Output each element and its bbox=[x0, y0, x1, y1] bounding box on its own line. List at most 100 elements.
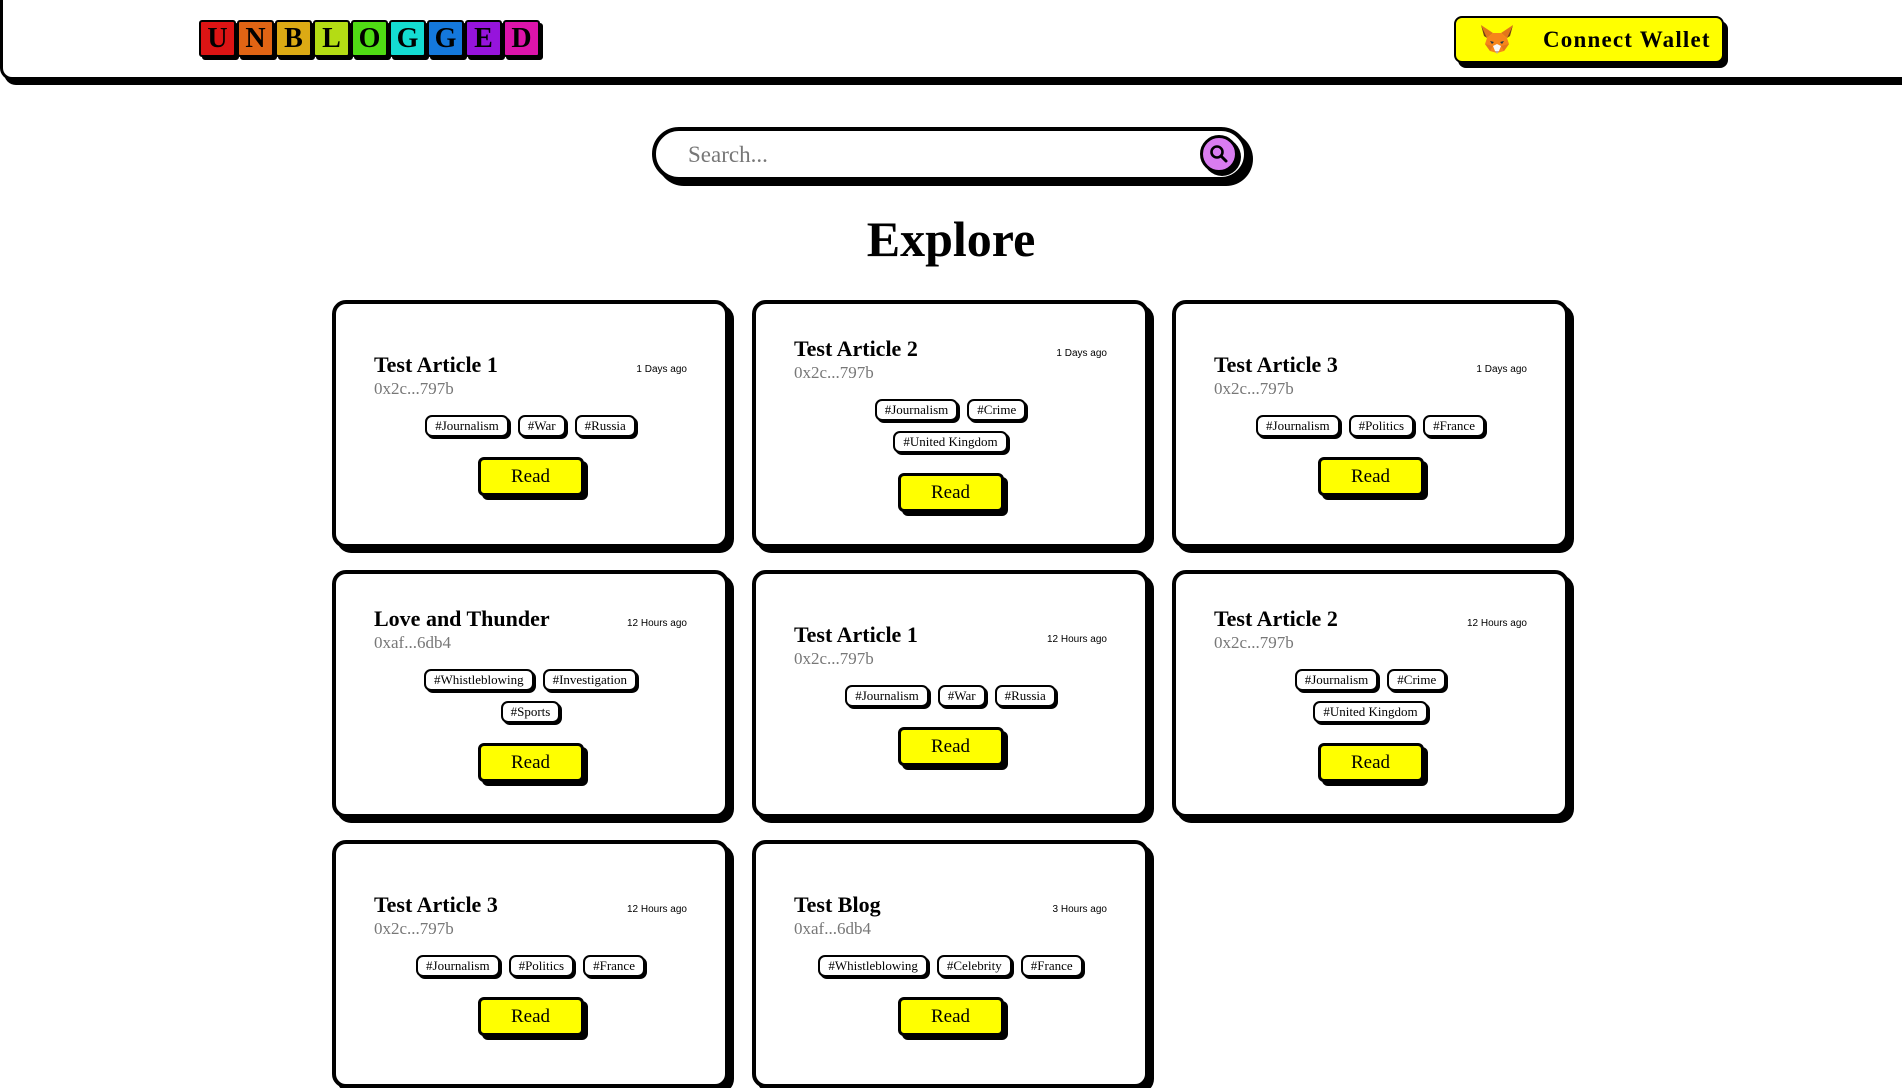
tag-chip[interactable]: #France bbox=[1423, 415, 1485, 437]
article-author-address: 0x2c...797b bbox=[1214, 633, 1294, 652]
tag-list: #Journalism #Politics #France bbox=[1214, 415, 1527, 437]
article-card: Test Article 3 1 Days ago 0x2c...797b #J… bbox=[1172, 300, 1569, 548]
article-author-address: 0xaf...6db4 bbox=[794, 919, 871, 938]
tag-list: #Journalism #War #Russia bbox=[374, 415, 687, 437]
search-bar bbox=[652, 127, 1248, 181]
article-timestamp: 1 Days ago bbox=[636, 364, 687, 375]
logo-letter-tile: G bbox=[389, 20, 426, 57]
tag-chip[interactable]: #Celebrity bbox=[936, 955, 1012, 977]
tag-list: #Journalism #War #Russia bbox=[794, 685, 1107, 707]
article-title: Test Article 1 bbox=[374, 352, 498, 377]
tag-chip[interactable]: #Russia bbox=[574, 415, 636, 437]
read-button[interactable]: Read bbox=[477, 997, 584, 1036]
article-title: Test Blog bbox=[794, 892, 881, 917]
article-card: Love and Thunder 12 Hours ago 0xaf...6db… bbox=[332, 570, 729, 818]
article-card: Test Article 2 1 Days ago 0x2c...797b #J… bbox=[752, 300, 1149, 548]
tag-chip[interactable]: #France bbox=[583, 955, 645, 977]
card-header: Test Blog 3 Hours ago bbox=[794, 892, 1107, 918]
tag-chip[interactable]: #United Kingdom bbox=[893, 431, 1008, 453]
article-timestamp: 1 Days ago bbox=[1476, 364, 1527, 375]
tag-chip[interactable]: #Journalism bbox=[874, 399, 959, 421]
card-header: Test Article 2 12 Hours ago bbox=[1214, 606, 1527, 632]
tag-chip[interactable]: #Journalism bbox=[845, 685, 929, 707]
search-icon bbox=[1210, 145, 1228, 163]
article-title: Test Article 3 bbox=[1214, 352, 1338, 377]
read-button[interactable]: Read bbox=[477, 457, 584, 496]
logo-letter-tile: B bbox=[275, 20, 312, 57]
tag-chip[interactable]: #Sports bbox=[500, 701, 561, 723]
tag-chip[interactable]: #Journalism bbox=[425, 415, 509, 437]
connect-wallet-label: Connect Wallet bbox=[1543, 26, 1711, 52]
tag-chip[interactable]: #War bbox=[937, 685, 986, 707]
article-title: Test Article 3 bbox=[374, 892, 498, 917]
read-button[interactable]: Read bbox=[897, 473, 1004, 512]
tag-list: #Whistleblowing #Investigation #Sports bbox=[374, 669, 687, 723]
article-timestamp: 1 Days ago bbox=[1056, 348, 1107, 359]
tag-list: #Journalism #Crime #United Kingdom bbox=[1214, 669, 1527, 723]
article-timestamp: 12 Hours ago bbox=[1046, 634, 1107, 645]
article-timestamp: 12 Hours ago bbox=[1466, 618, 1527, 629]
tag-chip[interactable]: #Crime bbox=[1387, 669, 1447, 691]
read-button[interactable]: Read bbox=[897, 997, 1004, 1036]
article-card: Test Blog 3 Hours ago 0xaf...6db4 #Whist… bbox=[752, 840, 1149, 1088]
article-title: Test Article 2 bbox=[794, 336, 918, 361]
tag-list: #Whistleblowing #Celebrity #France bbox=[794, 955, 1107, 977]
logo-letter-tile: N bbox=[237, 20, 274, 57]
card-header: Test Article 3 1 Days ago bbox=[1214, 352, 1527, 378]
read-button[interactable]: Read bbox=[1317, 457, 1424, 496]
logo-letter-tile: O bbox=[351, 20, 388, 57]
article-title: Test Article 2 bbox=[1214, 606, 1338, 631]
search-button[interactable] bbox=[1200, 135, 1238, 173]
article-timestamp: 3 Hours ago bbox=[1052, 904, 1107, 915]
logo-letter-tile: D bbox=[503, 20, 540, 57]
tag-list: #Journalism #Politics #France bbox=[374, 955, 687, 977]
tag-chip[interactable]: #Journalism bbox=[1294, 669, 1379, 691]
tag-chip[interactable]: #Crime bbox=[967, 399, 1027, 421]
article-author-address: 0x2c...797b bbox=[374, 379, 454, 398]
tag-chip[interactable]: #Politics bbox=[508, 955, 575, 977]
tag-chip[interactable]: #Whistleblowing bbox=[424, 669, 534, 691]
article-author-address: 0x2c...797b bbox=[794, 363, 874, 382]
connect-wallet-button[interactable]: Connect Wallet bbox=[1454, 16, 1724, 63]
tag-chip[interactable]: #Journalism bbox=[416, 955, 500, 977]
read-button[interactable]: Read bbox=[1317, 743, 1424, 782]
article-timestamp: 12 Hours ago bbox=[626, 904, 687, 915]
card-header: Test Article 2 1 Days ago bbox=[794, 336, 1107, 362]
logo-letter-tile: U bbox=[199, 20, 236, 57]
tag-chip[interactable]: #War bbox=[517, 415, 566, 437]
metamask-fox-icon bbox=[1481, 24, 1513, 54]
card-header: Test Article 1 12 Hours ago bbox=[794, 622, 1107, 648]
tag-list: #Journalism #Crime #United Kingdom bbox=[794, 399, 1107, 453]
article-card: Test Article 1 12 Hours ago 0x2c...797b … bbox=[752, 570, 1149, 818]
tag-chip[interactable]: #Whistleblowing bbox=[818, 955, 928, 977]
read-button[interactable]: Read bbox=[477, 743, 584, 782]
article-author-address: 0x2c...797b bbox=[794, 649, 874, 668]
article-grid: Test Article 1 1 Days ago 0x2c...797b #J… bbox=[332, 300, 1569, 1088]
card-header: Love and Thunder 12 Hours ago bbox=[374, 606, 687, 632]
article-title: Love and Thunder bbox=[374, 606, 550, 631]
tag-chip[interactable]: #Russia bbox=[994, 685, 1056, 707]
article-author-address: 0x2c...797b bbox=[1214, 379, 1294, 398]
search-input[interactable] bbox=[686, 139, 1170, 171]
card-header: Test Article 3 12 Hours ago bbox=[374, 892, 687, 918]
card-header: Test Article 1 1 Days ago bbox=[374, 352, 687, 378]
tag-chip[interactable]: #France bbox=[1020, 955, 1083, 977]
top-nav-bar: UNBLOGGED Connect Wallet bbox=[0, 0, 1902, 80]
article-author-address: 0x2c...797b bbox=[374, 919, 454, 938]
logo-letter-tile: E bbox=[465, 20, 502, 57]
unblogged-logo[interactable]: UNBLOGGED bbox=[199, 20, 540, 57]
logo-letter-tile: G bbox=[427, 20, 464, 57]
tag-chip[interactable]: #United Kingdom bbox=[1313, 701, 1428, 723]
page-title: Explore bbox=[866, 211, 1036, 267]
tag-chip[interactable]: #Journalism bbox=[1256, 415, 1340, 437]
tag-chip[interactable]: #Investigation bbox=[542, 669, 637, 691]
logo-letter-tile: L bbox=[313, 20, 350, 57]
article-card: Test Article 1 1 Days ago 0x2c...797b #J… bbox=[332, 300, 729, 548]
article-card: Test Article 3 12 Hours ago 0x2c...797b … bbox=[332, 840, 729, 1088]
article-title: Test Article 1 bbox=[794, 622, 918, 647]
tag-chip[interactable]: #Politics bbox=[1348, 415, 1415, 437]
article-timestamp: 12 Hours ago bbox=[626, 618, 687, 629]
read-button[interactable]: Read bbox=[897, 727, 1004, 766]
article-card: Test Article 2 12 Hours ago 0x2c...797b … bbox=[1172, 570, 1569, 818]
article-author-address: 0xaf...6db4 bbox=[374, 633, 451, 652]
